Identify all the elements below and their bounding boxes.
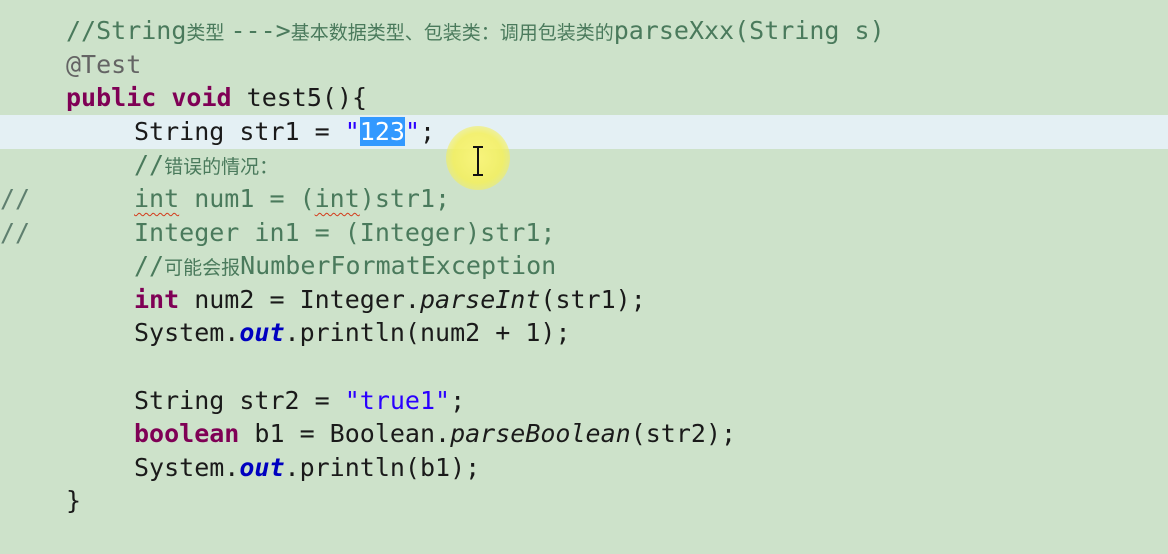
code-text: System.out.println(b1); <box>134 451 480 485</box>
code-token: parseXxx(String s) <box>613 16 885 45</box>
code-token: int <box>134 284 180 314</box>
code-token: } <box>66 486 82 516</box>
code-token: (str1); <box>540 284 646 314</box>
code-token: " <box>404 116 420 146</box>
code-text: int num2 = Integer.parseInt(str1); <box>134 283 646 317</box>
code-text: //String类型 --->基本数据类型、包装类：调用包装类的parseXxx… <box>66 14 885 50</box>
code-text: public void test5(){ <box>66 81 367 115</box>
code-token: 类型 <box>186 22 231 44</box>
code-token: 错误的情况： <box>164 156 279 179</box>
code-line[interactable]: System.out.println(num2 + 1); <box>0 316 1168 350</box>
code-token: .println(num2 + 1); <box>284 318 571 348</box>
code-token: num2 = Integer. <box>179 284 420 314</box>
code-text: String str1 = "123"; <box>134 115 435 149</box>
commented-line-marker: // <box>0 217 31 247</box>
code-token: System. <box>134 318 240 348</box>
code-token: 可能会报 <box>164 257 241 280</box>
selected-text: 123 <box>359 116 405 146</box>
code-line[interactable]: // Integer in1 = (Integer)str1; <box>0 216 1168 250</box>
code-token: out <box>239 318 285 348</box>
code-text: //错误的情况： <box>134 148 278 184</box>
code-token: int <box>314 184 360 213</box>
code-token: ; <box>420 116 436 146</box>
code-text: } <box>66 484 81 518</box>
code-token: public <box>66 83 157 113</box>
code-text: System.out.println(num2 + 1); <box>134 316 571 350</box>
code-line[interactable]: String str1 = "123"; <box>0 114 1168 149</box>
code-token: // <box>134 251 165 281</box>
code-text: Integer in1 = (Integer)str1; <box>134 216 555 250</box>
code-token: b1 = Boolean. <box>239 419 451 449</box>
code-line[interactable] <box>0 350 1168 384</box>
code-line[interactable]: } <box>0 484 1168 518</box>
code-token: boolean <box>134 419 240 449</box>
code-line[interactable]: @Test <box>0 48 1168 82</box>
code-token: "true1" <box>344 385 451 415</box>
code-token: Integer in1 = (Integer)str1; <box>134 217 556 247</box>
code-token: parseBoolean <box>450 419 631 449</box>
code-line[interactable]: System.out.println(b1); <box>0 451 1168 485</box>
code-token: void <box>171 83 232 113</box>
code-line[interactable]: //int num1 = (int)str1; <box>0 182 1168 216</box>
commented-line-marker: // <box>0 184 31 213</box>
code-token: String str2 = <box>134 385 345 415</box>
code-text: //可能会报NumberFormatException <box>134 249 556 285</box>
code-token: )str1; <box>359 184 451 213</box>
ibeam-cursor-icon <box>473 146 483 176</box>
code-token: NumberFormatException <box>240 251 557 281</box>
code-text: String str2 = "true1"; <box>134 384 465 418</box>
code-token: @Test <box>66 49 142 79</box>
code-token: String str1 = <box>134 116 345 146</box>
code-token: // <box>134 150 165 180</box>
code-line[interactable]: boolean b1 = Boolean.parseBoolean(str2); <box>0 417 1168 451</box>
code-token: 基本数据类型、包装类：调用包装类的 <box>290 22 614 44</box>
code-line[interactable]: public void test5(){ <box>0 81 1168 115</box>
code-token: //String <box>66 16 187 45</box>
code-line[interactable]: //可能会报NumberFormatException <box>0 249 1168 283</box>
code-token: " <box>344 116 360 146</box>
code-line[interactable]: //错误的情况： <box>0 148 1168 182</box>
code-line[interactable]: String str2 = "true1"; <box>0 384 1168 418</box>
code-token: .println(b1); <box>284 452 481 482</box>
code-token: num1 = ( <box>179 184 315 213</box>
code-token: (str2); <box>630 419 737 449</box>
code-token: int <box>134 184 180 213</box>
code-token: out <box>239 452 285 482</box>
code-line[interactable]: //String类型 --->基本数据类型、包装类：调用包装类的parseXxx… <box>0 14 1168 48</box>
code-token: ; <box>450 385 466 415</box>
code-text: boolean b1 = Boolean.parseBoolean(str2); <box>134 417 736 451</box>
code-line[interactable]: int num2 = Integer.parseInt(str1); <box>0 283 1168 317</box>
code-editor[interactable]: //String类型 --->基本数据类型、包装类：调用包装类的parseXxx… <box>0 0 1168 554</box>
code-token: test5(){ <box>231 83 368 113</box>
code-token: parseInt <box>419 284 541 314</box>
code-text: int num1 = (int)str1; <box>134 182 450 216</box>
code-token: ---> <box>230 16 291 45</box>
code-token: System. <box>134 452 240 482</box>
code-text: @Test <box>66 48 141 82</box>
